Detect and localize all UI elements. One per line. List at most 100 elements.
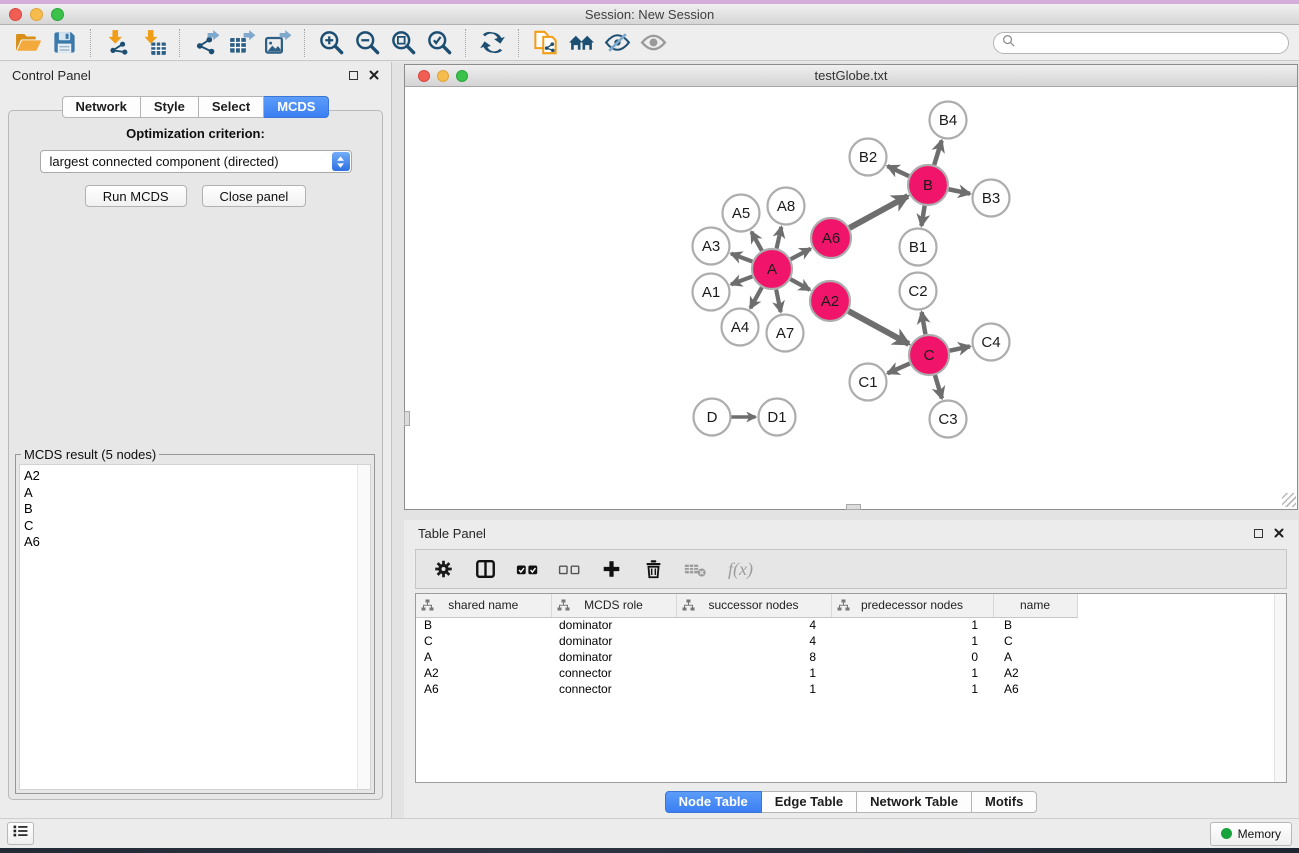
network-minimize-button[interactable] — [437, 70, 449, 82]
table-cell[interactable]: 1 — [676, 665, 831, 681]
graph-edge-B-B2[interactable] — [887, 166, 908, 176]
tab-style[interactable]: Style — [141, 96, 199, 118]
task-history-button[interactable] — [7, 822, 34, 845]
table-cell[interactable]: 0 — [831, 649, 993, 665]
splitter-handle-bottom[interactable] — [846, 504, 861, 510]
table-cell[interactable]: connector — [551, 681, 676, 697]
graph-edge-A2-C[interactable] — [848, 311, 908, 344]
table-tab-node-table[interactable]: Node Table — [665, 791, 762, 813]
table-row[interactable]: Cdominator41C — [416, 633, 1286, 649]
network-window-titlebar[interactable]: testGlobe.txt — [405, 65, 1297, 87]
graph-edge-A-A5[interactable] — [751, 232, 761, 251]
hide-eye-icon[interactable] — [599, 28, 635, 58]
tab-network[interactable]: Network — [62, 96, 141, 118]
table-cell[interactable]: 1 — [831, 681, 993, 697]
column-header-shared-name[interactable]: shared name — [416, 594, 551, 617]
titlebar[interactable]: Session: New Session — [0, 4, 1299, 25]
export-image-icon[interactable] — [260, 28, 296, 58]
delete-icon[interactable] — [642, 558, 665, 580]
table-cell[interactable]: A6 — [993, 681, 1077, 697]
column-header-name[interactable]: name — [993, 594, 1077, 617]
tab-select[interactable]: Select — [199, 96, 264, 118]
home-icon[interactable] — [563, 28, 599, 58]
table-cell[interactable]: connector — [551, 665, 676, 681]
graph-edge-A-A2[interactable] — [790, 279, 809, 290]
result-list-scrollbar[interactable] — [357, 465, 370, 789]
table-tab-edge-table[interactable]: Edge Table — [762, 791, 857, 813]
table-tab-network-table[interactable]: Network Table — [857, 791, 972, 813]
export-network-icon[interactable] — [188, 28, 224, 58]
search-input[interactable] — [1020, 35, 1280, 51]
open-folder-icon[interactable] — [10, 28, 46, 58]
table-cell[interactable]: B — [416, 617, 551, 633]
graph-edge-A6-B[interactable] — [849, 196, 907, 228]
table-cell[interactable]: dominator — [551, 633, 676, 649]
table-cell[interactable]: 8 — [676, 649, 831, 665]
graph-edge-C-C3[interactable] — [935, 375, 942, 398]
table-cell[interactable]: 4 — [676, 633, 831, 649]
table-cell[interactable]: 1 — [831, 617, 993, 633]
close-panel-icon[interactable] — [369, 70, 379, 80]
table-row[interactable]: Adominator80A — [416, 649, 1286, 665]
table-row[interactable]: Bdominator41B — [416, 617, 1286, 633]
zoom-out-icon[interactable] — [349, 28, 385, 58]
table-scrollbar[interactable] — [1274, 594, 1286, 782]
network-close-button[interactable] — [418, 70, 430, 82]
search-field[interactable] — [993, 32, 1289, 54]
table-cell[interactable]: C — [416, 633, 551, 649]
criterion-dropdown[interactable]: largest connected component (directed) — [40, 150, 352, 173]
run-mcds-button[interactable]: Run MCDS — [85, 185, 187, 207]
graph-edge-A-A6[interactable] — [791, 249, 811, 260]
column-header-successor-nodes[interactable]: successor nodes — [676, 594, 831, 617]
table-cell[interactable]: dominator — [551, 617, 676, 633]
select-all-icon[interactable] — [516, 558, 539, 580]
graph-edge-A-A8[interactable] — [777, 227, 782, 249]
table-cell[interactable]: 1 — [831, 665, 993, 681]
table-cell[interactable]: B — [993, 617, 1077, 633]
graph-edge-A-A4[interactable] — [750, 287, 761, 308]
add-icon[interactable] — [600, 558, 623, 580]
minimize-window-button[interactable] — [30, 8, 43, 21]
table-tab-motifs[interactable]: Motifs — [972, 791, 1037, 813]
delete-table-icon[interactable] — [684, 558, 707, 580]
import-network-icon[interactable] — [99, 28, 135, 58]
table-cell[interactable]: A2 — [993, 665, 1077, 681]
window-resize-grip[interactable] — [1282, 493, 1296, 507]
close-table-panel-icon[interactable] — [1274, 528, 1284, 538]
table-cell[interactable]: A2 — [416, 665, 551, 681]
refresh-icon[interactable] — [474, 28, 510, 58]
columns-icon[interactable] — [474, 558, 497, 580]
graph-edge-B-B1[interactable] — [921, 206, 924, 226]
table-cell[interactable]: A6 — [416, 681, 551, 697]
float-table-panel-icon[interactable] — [1254, 529, 1263, 538]
zoom-in-icon[interactable] — [313, 28, 349, 58]
graph-edge-C-C4[interactable] — [950, 346, 970, 350]
table-cell[interactable]: C — [993, 633, 1077, 649]
column-header-predecessor-nodes[interactable]: predecessor nodes — [831, 594, 993, 617]
tab-mcds[interactable]: MCDS — [264, 96, 329, 118]
deselect-all-icon[interactable] — [558, 558, 581, 580]
mcds-result-list[interactable]: A2ABCA6 — [19, 464, 371, 790]
graph-edge-B-B4[interactable] — [934, 141, 942, 165]
network-graph[interactable]: AA1A2A3A4A5A6A7A8BB1B2B3B4CC1C2C3C4DD1 — [405, 87, 1297, 508]
clone-network-icon[interactable] — [527, 28, 563, 58]
eye-icon[interactable] — [635, 28, 671, 58]
graph-edge-A-A1[interactable] — [731, 276, 752, 284]
graph-edge-C-C1[interactable] — [888, 363, 910, 373]
save-icon[interactable] — [46, 28, 82, 58]
table-cell[interactable]: dominator — [551, 649, 676, 665]
zoom-selected-icon[interactable] — [421, 28, 457, 58]
network-maximize-button[interactable] — [456, 70, 468, 82]
memory-button[interactable]: Memory — [1210, 822, 1292, 846]
close-window-button[interactable] — [9, 8, 22, 21]
table-cell[interactable]: 1 — [676, 681, 831, 697]
gear-icon[interactable] — [432, 558, 455, 580]
table-row[interactable]: A6connector11A6 — [416, 681, 1286, 697]
table-row[interactable]: A2connector11A2 — [416, 665, 1286, 681]
mcds-result-item[interactable]: B — [24, 501, 370, 518]
float-panel-icon[interactable] — [349, 71, 358, 80]
splitter-handle-left[interactable] — [404, 411, 410, 426]
network-canvas[interactable]: AA1A2A3A4A5A6A7A8BB1B2B3B4CC1C2C3C4DD1 — [405, 87, 1297, 508]
table-cell[interactable]: A — [416, 649, 551, 665]
import-table-icon[interactable] — [135, 28, 171, 58]
